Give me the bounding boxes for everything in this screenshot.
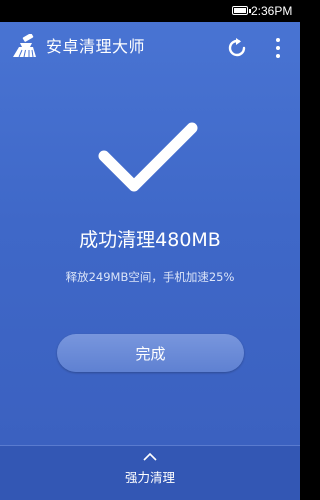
status-time: 2:36PM [251, 4, 293, 18]
result-title: 成功清理480MB [79, 229, 221, 251]
done-button[interactable]: 完成 [57, 334, 244, 372]
chevron-up-icon [143, 452, 157, 461]
status-bar: 2:36PM [0, 0, 300, 22]
result-subtitle: 释放249MB空间，手机加速25% [65, 270, 235, 284]
deep-clean-bar[interactable]: 强力清理 [0, 445, 300, 500]
app-bar: 安卓清理大师 [0, 22, 300, 72]
more-vert-icon[interactable] [268, 35, 288, 61]
deep-clean-label: 强力清理 [124, 470, 175, 485]
broom-icon [13, 34, 36, 58]
app-title: 安卓清理大师 [46, 37, 146, 56]
divider [0, 445, 300, 446]
battery-icon [232, 6, 251, 15]
refresh-icon[interactable] [224, 35, 250, 61]
checkmark-icon [98, 122, 198, 192]
clean-result-screen: 2:36PM 安卓清理大师 成功清理480MB 释放249MB空间，手机加速25… [0, 0, 300, 500]
